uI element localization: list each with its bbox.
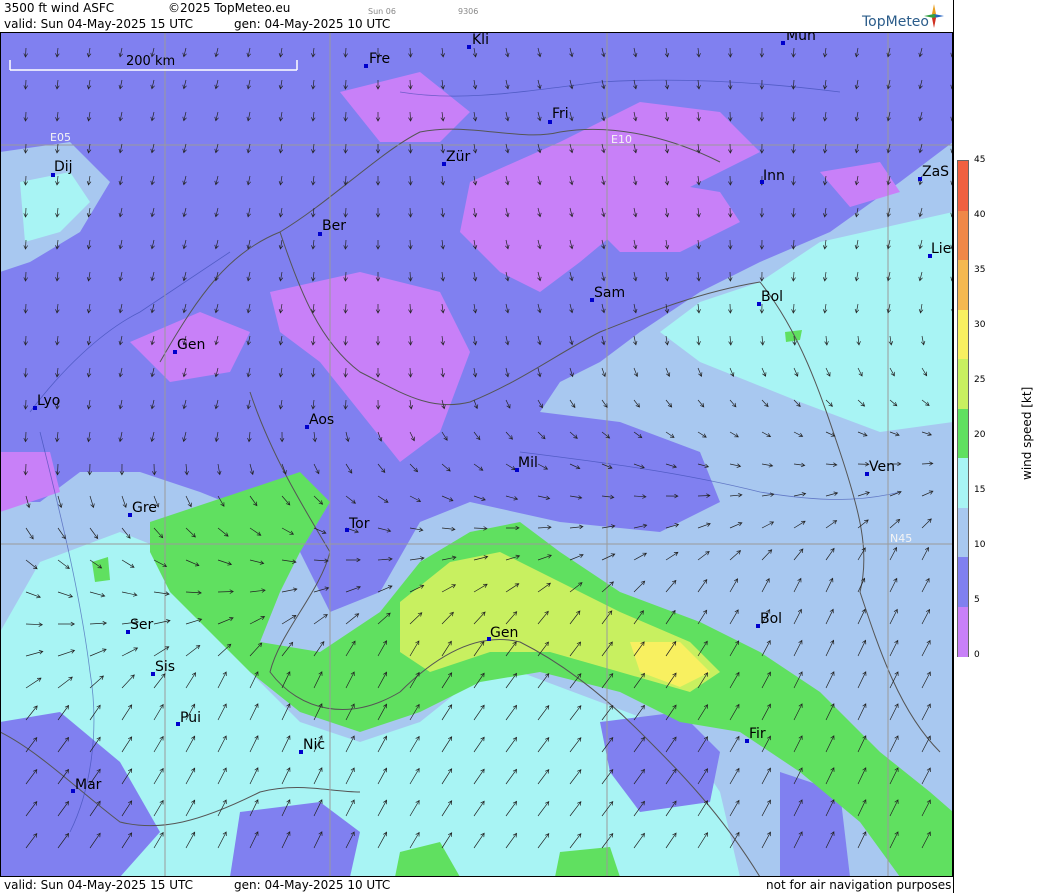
- city-aos: Aos: [305, 412, 334, 429]
- svg-text:Zür: Zür: [446, 149, 470, 165]
- svg-text:Dij: Dij: [54, 159, 73, 175]
- legend-tick-label: 45: [974, 155, 986, 165]
- svg-text:Bol: Bol: [760, 611, 782, 627]
- legend-title: wind speed [kt]: [1020, 386, 1034, 480]
- legend-color-bar: [957, 160, 969, 657]
- map-footer: valid: Sun 04-May-2025 15 UTC gen: 04-Ma…: [0, 877, 953, 893]
- wind-map[interactable]: E05 E10 N45 200 km Fre Kli Mün Fri Dij Z…: [0, 32, 953, 877]
- svg-text:Ber: Ber: [322, 218, 346, 234]
- city-gen-1: Gen: [173, 337, 205, 354]
- legend-tick-label: 15: [974, 485, 986, 495]
- svg-text:Inn: Inn: [763, 168, 785, 184]
- legend-segment: [958, 408, 968, 459]
- city-lie: Lie: [928, 241, 951, 258]
- svg-text:Mil: Mil: [518, 455, 538, 471]
- legend-segment: [958, 161, 968, 211]
- city-fir: Fir: [745, 726, 766, 743]
- svg-text:Kli: Kli: [472, 32, 489, 48]
- city-sam: Sam: [590, 285, 625, 302]
- svg-text:Mar: Mar: [75, 777, 102, 793]
- svg-text:Gen: Gen: [177, 337, 205, 353]
- legend-segment: [958, 359, 968, 409]
- grid-label-e05: E05: [50, 131, 71, 144]
- svg-text:Tor: Tor: [348, 516, 370, 532]
- city-mar: Mar: [71, 777, 102, 793]
- city-bol-1: Bol: [757, 289, 783, 306]
- svg-text:Gen: Gen: [490, 625, 518, 641]
- city-mun: Mün: [781, 32, 816, 45]
- svg-text:Ven: Ven: [869, 459, 895, 475]
- city-fri: Fri: [548, 106, 569, 124]
- city-mil: Mil: [515, 455, 538, 472]
- run-code: 9306: [458, 7, 479, 16]
- svg-text:Pui: Pui: [180, 710, 201, 726]
- legend-tick-label: 40: [974, 210, 986, 220]
- svg-text:Aos: Aos: [309, 412, 334, 428]
- svg-text:Sam: Sam: [594, 285, 625, 301]
- valid-time: valid: Sun 04-May-2025 15 UTC: [4, 17, 193, 31]
- svg-text:Ser: Ser: [130, 617, 154, 633]
- legend-segment: [958, 309, 968, 360]
- city-inn: Inn: [760, 168, 785, 184]
- legend-tick-label: 25: [974, 375, 986, 385]
- svg-text:Lyo: Lyo: [37, 393, 60, 409]
- legend-tick-label: 30: [974, 320, 986, 330]
- city-ven: Ven: [865, 459, 895, 476]
- city-sis: Sis: [151, 659, 175, 676]
- city-gre: Gre: [128, 500, 157, 517]
- footer-valid-time: valid: Sun 04-May-2025 15 UTC: [4, 878, 193, 892]
- legend-segment: [958, 458, 968, 508]
- city-nic: Nic: [299, 737, 325, 754]
- legend-segment: [958, 606, 968, 657]
- city-zas: ZaS: [918, 164, 949, 181]
- legend-tick-label: 20: [974, 430, 986, 440]
- product-title: 3500 ft wind ASFC: [4, 1, 115, 15]
- legend-segment: [958, 260, 968, 310]
- svg-text:Fri: Fri: [552, 106, 569, 122]
- map-header: 3500 ft wind ASFC ©2025 TopMeteo.eu Sun …: [0, 0, 953, 32]
- svg-text:Gre: Gre: [132, 500, 157, 516]
- city-pui: Pui: [176, 710, 201, 726]
- svg-text:Bol: Bol: [761, 289, 783, 305]
- compass-logo-icon: [924, 4, 944, 28]
- svg-text:Lie: Lie: [931, 241, 951, 257]
- grid-label-e10: E10: [611, 133, 632, 146]
- legend-tick-label: 0: [974, 650, 980, 660]
- city-tor: Tor: [345, 516, 370, 532]
- grid-label-n45: N45: [890, 532, 912, 545]
- legend-tick-label: 35: [974, 265, 986, 275]
- legend-segment: [958, 557, 968, 607]
- svg-text:Sis: Sis: [155, 659, 175, 675]
- city-zur: Zür: [442, 149, 470, 166]
- disclaimer: not for air navigation purposes: [766, 878, 952, 892]
- generated-time: gen: 04-May-2025 10 UTC: [234, 17, 391, 31]
- city-ber: Ber: [318, 218, 346, 236]
- svg-text:Nic: Nic: [303, 737, 325, 753]
- city-lyo: Lyo: [33, 393, 60, 410]
- city-ser: Ser: [126, 617, 154, 634]
- legend-tick-label: 10: [974, 540, 986, 550]
- legend-segment: [958, 210, 968, 261]
- legend-segment: [958, 507, 968, 558]
- svg-text:Mün: Mün: [786, 32, 816, 44]
- copyright: ©2025 TopMeteo.eu: [168, 1, 291, 15]
- footer-generated-time: gen: 04-May-2025 10 UTC: [234, 878, 391, 892]
- legend-tick-label: 5: [974, 595, 980, 605]
- scale-bar-label: 200 km: [126, 54, 175, 69]
- svg-text:Fir: Fir: [749, 726, 766, 742]
- city-dij: Dij: [51, 159, 73, 177]
- city-gen-2: Gen: [487, 625, 518, 641]
- svg-text:ZaS: ZaS: [922, 164, 949, 180]
- city-bol-2: Bol: [756, 611, 782, 628]
- svg-text:Fre: Fre: [369, 51, 390, 67]
